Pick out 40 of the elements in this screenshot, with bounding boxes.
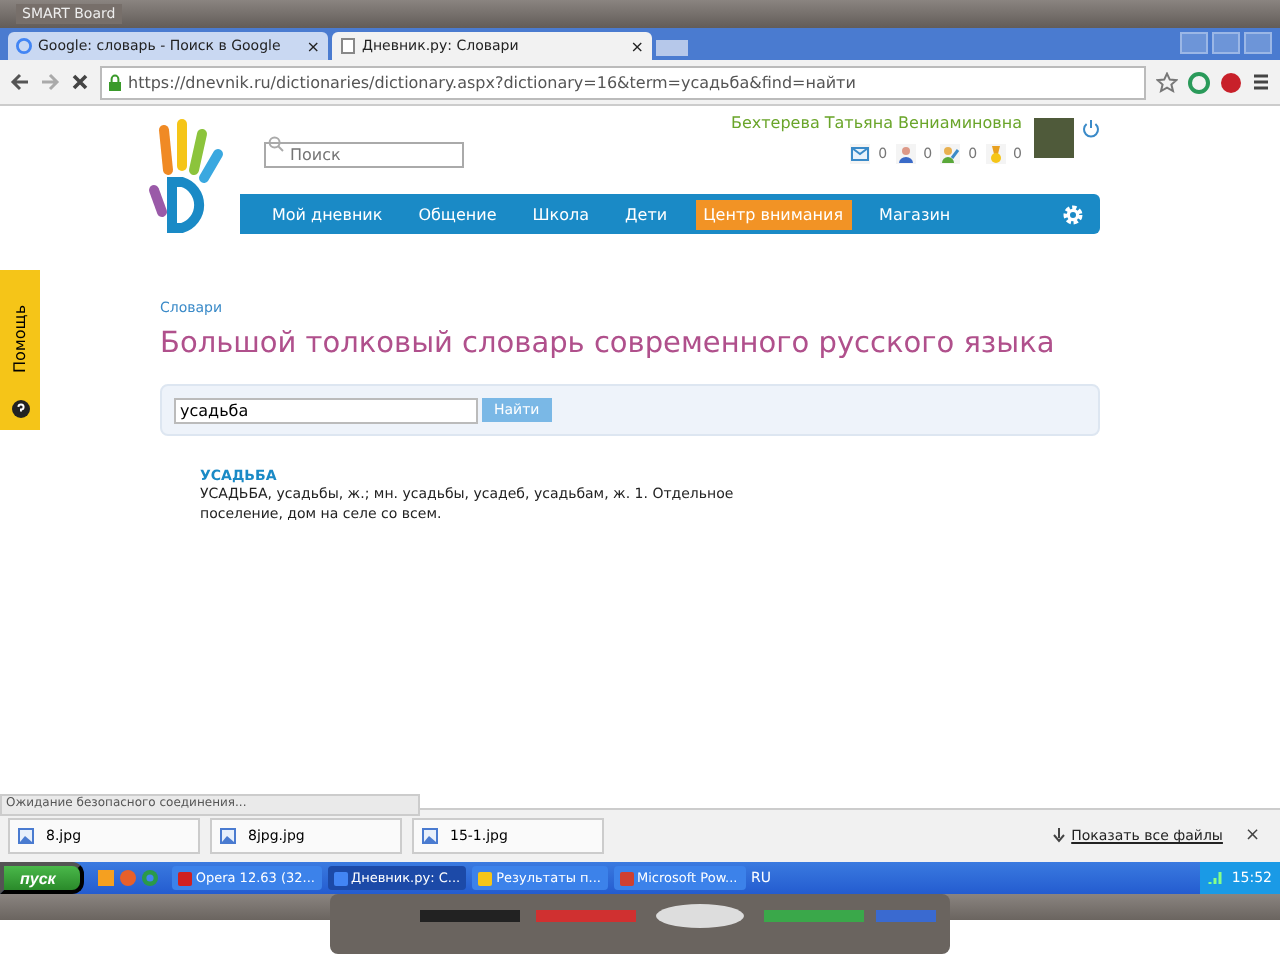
app-icon: [333, 871, 347, 885]
user-name[interactable]: Бехтерева Татьяна Вениаминовна: [731, 114, 1022, 132]
stop-icon[interactable]: [70, 72, 90, 92]
star-icon[interactable]: [1156, 71, 1178, 93]
search-field[interactable]: Поиск: [264, 142, 464, 168]
menu-icon[interactable]: [1252, 72, 1270, 92]
nav-link[interactable]: Общение: [410, 199, 505, 229]
nav-link[interactable]: Дети: [617, 199, 676, 229]
image-file-icon: [220, 828, 236, 844]
media-player-icon[interactable]: [97, 870, 114, 886]
page-title: Большой толковый словарь современного русского языка: [160, 328, 1057, 360]
person-icon[interactable]: [895, 144, 916, 164]
start-button[interactable]: пуск: [0, 862, 84, 894]
address-field[interactable]: https://dnevnik.ru/dictionaries/dictionary.aspx?dictionary=16&term=усадьба&find=найти: [100, 65, 1146, 99]
back-arrow-icon[interactable]: [10, 72, 30, 92]
question-icon: [11, 400, 29, 418]
app-icon: [177, 871, 192, 885]
help-tab[interactable]: Помощь: [0, 270, 40, 430]
search-input[interactable]: усадьба: [174, 397, 478, 423]
forward-arrow-icon[interactable]: [40, 72, 60, 92]
lock-icon: [108, 73, 122, 91]
medal-icon[interactable]: [985, 144, 1006, 164]
close-icon[interactable]: ×: [306, 37, 320, 55]
mail-icon[interactable]: [850, 144, 871, 164]
nav-link[interactable]: Магазин: [871, 199, 959, 229]
app-icon: [478, 871, 493, 885]
signal-icon[interactable]: [1207, 870, 1224, 886]
nav-link[interactable]: Мой дневник: [264, 199, 391, 229]
app-icon: [619, 871, 634, 885]
close-icon[interactable]: ×: [630, 37, 644, 55]
settings-icon[interactable]: [1062, 203, 1084, 225]
page-icon: [340, 38, 356, 54]
close-icon[interactable]: ×: [1244, 826, 1260, 846]
pencil-person-icon[interactable]: [940, 144, 961, 164]
image-file-icon: [18, 828, 34, 844]
search-icon: [268, 135, 284, 151]
nav-link[interactable]: Школа: [524, 199, 598, 229]
image-file-icon: [422, 828, 438, 844]
download-arrow-icon: [1051, 828, 1066, 844]
power-icon[interactable]: [1082, 118, 1100, 138]
